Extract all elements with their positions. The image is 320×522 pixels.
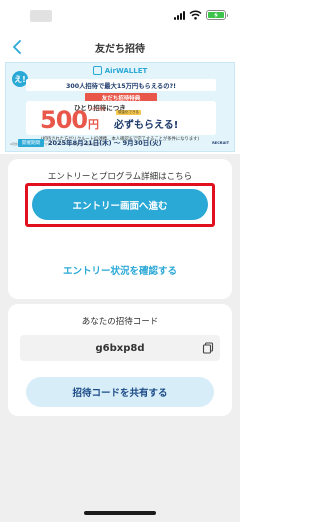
invite-code-box: g6bxp8d (20, 335, 220, 361)
cash-note: 現金化できる (116, 110, 141, 115)
recruit-logo: RECRUIT (212, 141, 229, 145)
battery-icon (206, 10, 228, 20)
copy-icon[interactable] (202, 342, 214, 354)
share-code-button[interactable]: 招待コードを共有する (26, 377, 214, 407)
coin-note: COIN 残高 (88, 107, 105, 111)
navigation-bar: 友だち招待 (0, 34, 240, 60)
banner-headline: 300人招待で最大15万円もらえるの?! (26, 79, 216, 91)
status-time-placeholder (30, 10, 52, 22)
reward-text: 必ずもらえる! (114, 120, 179, 131)
entry-status-link[interactable]: エントリー状況を確認する (8, 263, 232, 277)
page-title: 友だち招待 (95, 44, 145, 55)
period-label: 開催期間 (18, 139, 44, 147)
invite-code: g6bxp8d (95, 342, 145, 354)
brand-logo: AirWALLET (6, 66, 234, 75)
entry-card-title: エントリーとプログラム詳細はこちら (47, 172, 193, 182)
home-indicator[interactable] (84, 511, 156, 515)
entry-button[interactable]: エントリー画面へ進む (32, 189, 208, 220)
reward-amount: 500 (40, 106, 88, 134)
invite-code-card: あなたの招待コード g6bxp8d 招待コードを共有する (8, 304, 232, 416)
signal-icon (174, 10, 185, 20)
wifi-icon (189, 10, 202, 20)
period-text: 2025年8月21日(木) ～ 9月30日(火) (48, 139, 162, 147)
status-icons (174, 10, 228, 20)
entry-card: エントリーとプログラム詳細はこちら エントリー画面へ進む エントリー状況を確認す… (8, 159, 232, 299)
status-bar (0, 0, 240, 30)
yen-unit: 円 (88, 118, 99, 131)
wallet-icon (92, 66, 102, 75)
perk-card: ひとり招待につき 500 COIN 残高 円 現金化できる 必ずもらえる! (26, 101, 216, 135)
brand-name: AirWALLET (104, 66, 148, 75)
invite-code-title: あなたの招待コード (81, 317, 159, 327)
